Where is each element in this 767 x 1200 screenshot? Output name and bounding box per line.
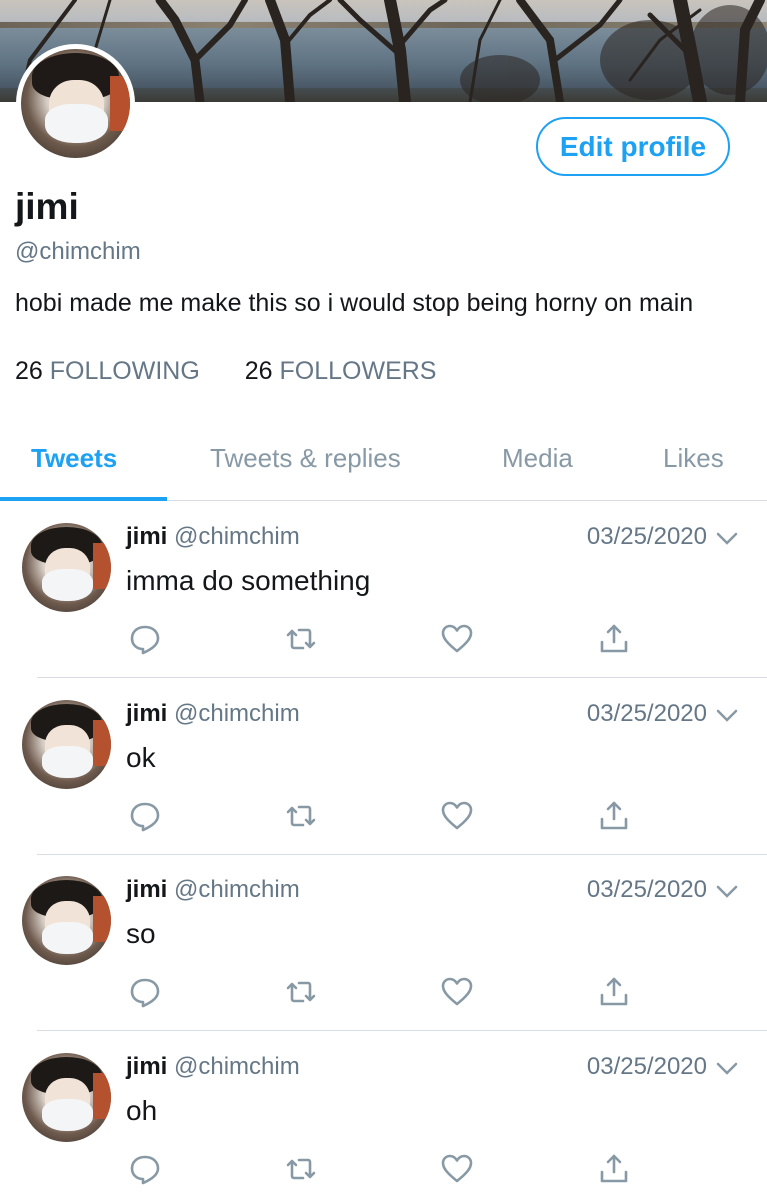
following-label: FOLLOWING xyxy=(49,357,200,385)
chevron-down-icon[interactable] xyxy=(716,708,738,724)
reply-icon[interactable] xyxy=(128,799,162,833)
tab-tweets[interactable]: Tweets xyxy=(31,443,117,474)
tweet-author-handle: @chimchim xyxy=(174,700,300,727)
share-icon[interactable] xyxy=(597,799,631,833)
tweet-header: jimi @chimchim xyxy=(126,1053,300,1081)
edit-profile-button[interactable]: Edit profile xyxy=(536,117,730,176)
heart-icon[interactable] xyxy=(440,799,474,833)
followers-stat[interactable]: 26 FOLLOWERS xyxy=(245,357,437,386)
reply-icon[interactable] xyxy=(128,975,162,1009)
chevron-down-icon[interactable] xyxy=(716,884,738,900)
reply-icon[interactable] xyxy=(128,1152,162,1186)
tweet-author-name: jimi xyxy=(126,700,168,727)
tweet-avatar[interactable] xyxy=(22,700,111,789)
tweet-author-handle: @chimchim xyxy=(174,1053,300,1080)
tweet-avatar[interactable] xyxy=(22,523,111,612)
profile-handle: @chimchim xyxy=(15,238,141,265)
chevron-down-icon[interactable] xyxy=(716,531,738,547)
retweet-icon[interactable] xyxy=(284,1152,318,1186)
tab-tweets-replies[interactable]: Tweets & replies xyxy=(210,443,401,474)
following-stat[interactable]: 26 FOLLOWING xyxy=(15,357,200,386)
retweet-icon[interactable] xyxy=(284,622,318,656)
followers-label: FOLLOWERS xyxy=(279,357,437,385)
tweet-text: so xyxy=(126,918,156,949)
heart-icon[interactable] xyxy=(440,975,474,1009)
tab-likes[interactable]: Likes xyxy=(663,443,724,474)
tweet-header: jimi @chimchim xyxy=(126,876,300,904)
heart-icon[interactable] xyxy=(440,622,474,656)
tweet-text: oh xyxy=(126,1095,158,1126)
profile-display-name: jimi xyxy=(15,186,79,227)
tweet[interactable]: jimi @chimchim 03/25/2020 so xyxy=(0,854,767,1031)
tweet-date: 03/25/2020 xyxy=(586,523,707,550)
profile-avatar[interactable] xyxy=(16,44,135,163)
tweet-date: 03/25/2020 xyxy=(586,876,707,903)
heart-icon[interactable] xyxy=(440,1152,474,1186)
tweet-avatar[interactable] xyxy=(22,876,111,965)
share-icon[interactable] xyxy=(597,975,631,1009)
tweet-text: ok xyxy=(126,742,156,773)
profile-stats: 26 FOLLOWING 26 FOLLOWERS xyxy=(15,357,474,386)
tweet-text: imma do something xyxy=(126,565,371,596)
following-count: 26 xyxy=(15,357,43,385)
tweet-author-name: jimi xyxy=(126,523,168,550)
tweet[interactable]: jimi @chimchim 03/25/2020 ok xyxy=(0,678,767,855)
tweet-author-name: jimi xyxy=(126,1053,168,1080)
share-icon[interactable] xyxy=(597,1152,631,1186)
tweet-avatar[interactable] xyxy=(22,1053,111,1142)
share-icon[interactable] xyxy=(597,622,631,656)
profile-tabs: Tweets Tweets & replies Media Likes xyxy=(0,425,767,501)
tweet[interactable]: jimi @chimchim 03/25/2020 oh xyxy=(0,1031,767,1200)
profile-avatar-image xyxy=(21,49,130,158)
tab-media[interactable]: Media xyxy=(502,443,573,474)
followers-count: 26 xyxy=(244,357,273,385)
tweet-header: jimi @chimchim xyxy=(126,523,300,551)
tweet-date: 03/25/2020 xyxy=(586,1053,707,1080)
profile-bio: hobi made me make this so i would stop b… xyxy=(15,289,694,317)
reply-icon[interactable] xyxy=(128,622,162,656)
tweet-date: 03/25/2020 xyxy=(586,700,707,727)
tweet-author-handle: @chimchim xyxy=(174,876,300,903)
tweet-author-name: jimi xyxy=(126,876,168,903)
retweet-icon[interactable] xyxy=(284,799,318,833)
retweet-icon[interactable] xyxy=(284,975,318,1009)
chevron-down-icon[interactable] xyxy=(716,1061,738,1077)
tweet[interactable]: jimi @chimchim 03/25/2020 imma do someth… xyxy=(0,501,767,678)
tweet-author-handle: @chimchim xyxy=(174,523,300,550)
tweet-header: jimi @chimchim xyxy=(126,700,300,728)
